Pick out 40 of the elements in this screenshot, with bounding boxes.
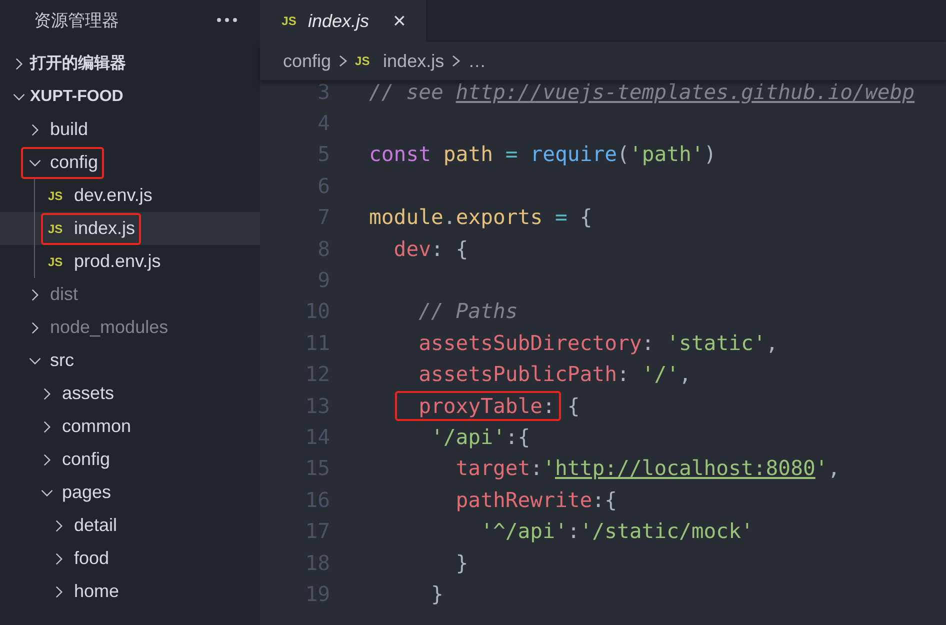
- tree-item[interactable]: assets: [0, 377, 260, 410]
- tree-item[interactable]: dist: [0, 278, 260, 311]
- code-line: pathRewrite:{: [454, 488, 617, 512]
- more-icon[interactable]: [216, 17, 238, 23]
- panel-title: 资源管理器: [34, 10, 119, 32]
- code-line: target:'http://localhost:8080',: [454, 456, 840, 480]
- tree-item[interactable]: detail: [0, 509, 260, 542]
- section-header[interactable]: 打开的编辑器: [0, 47, 260, 80]
- tree-item[interactable]: config: [0, 146, 260, 179]
- tree-item[interactable]: node_modules: [0, 311, 260, 344]
- tree-item[interactable]: home: [0, 575, 260, 608]
- chevron-icon: [450, 54, 462, 68]
- code-line: assetsPublicPath: '/',: [418, 362, 692, 386]
- section-header[interactable]: XUPT-FOOD: [0, 80, 260, 113]
- tree-item[interactable]: pages: [0, 476, 260, 509]
- tree-item[interactable]: food: [0, 542, 260, 575]
- code-line: module.exports = {: [369, 205, 592, 230]
- breadcrumb-item[interactable]: JS index.js: [355, 50, 444, 72]
- tree-item[interactable]: config: [0, 443, 260, 476]
- tree-item[interactable]: common: [0, 410, 260, 443]
- code-line: }: [454, 550, 468, 575]
- code-line: proxyTable: {: [369, 394, 580, 418]
- code-line: // see http://vuejs-templates.github.io/webp: [369, 80, 915, 104]
- breadcrumb-item[interactable]: …: [468, 50, 486, 72]
- code-line: // Paths: [418, 299, 518, 324]
- tree-item[interactable]: JS dev.env.js: [0, 179, 260, 212]
- code-line: }: [430, 582, 444, 606]
- code-line: assetsSubDirectory: 'static',: [418, 330, 778, 355]
- code-line: '/api':{: [430, 424, 530, 449]
- tree-item[interactable]: src: [0, 344, 260, 377]
- close-icon[interactable]: ×: [393, 8, 406, 34]
- code-line: dev: {: [392, 236, 468, 261]
- tree-item[interactable]: JS index.js: [0, 212, 260, 245]
- breadcrumb-item[interactable]: config: [283, 50, 332, 72]
- tree-item[interactable]: JS prod.env.js: [0, 245, 260, 278]
- tree-item[interactable]: build: [0, 113, 260, 146]
- chevron-icon: [337, 54, 350, 68]
- code-line: '^/api':'/static/mock': [480, 519, 754, 544]
- editor-tab[interactable]: JS index.js ×: [260, 0, 426, 42]
- code-line: const path = require('path'): [369, 142, 716, 166]
